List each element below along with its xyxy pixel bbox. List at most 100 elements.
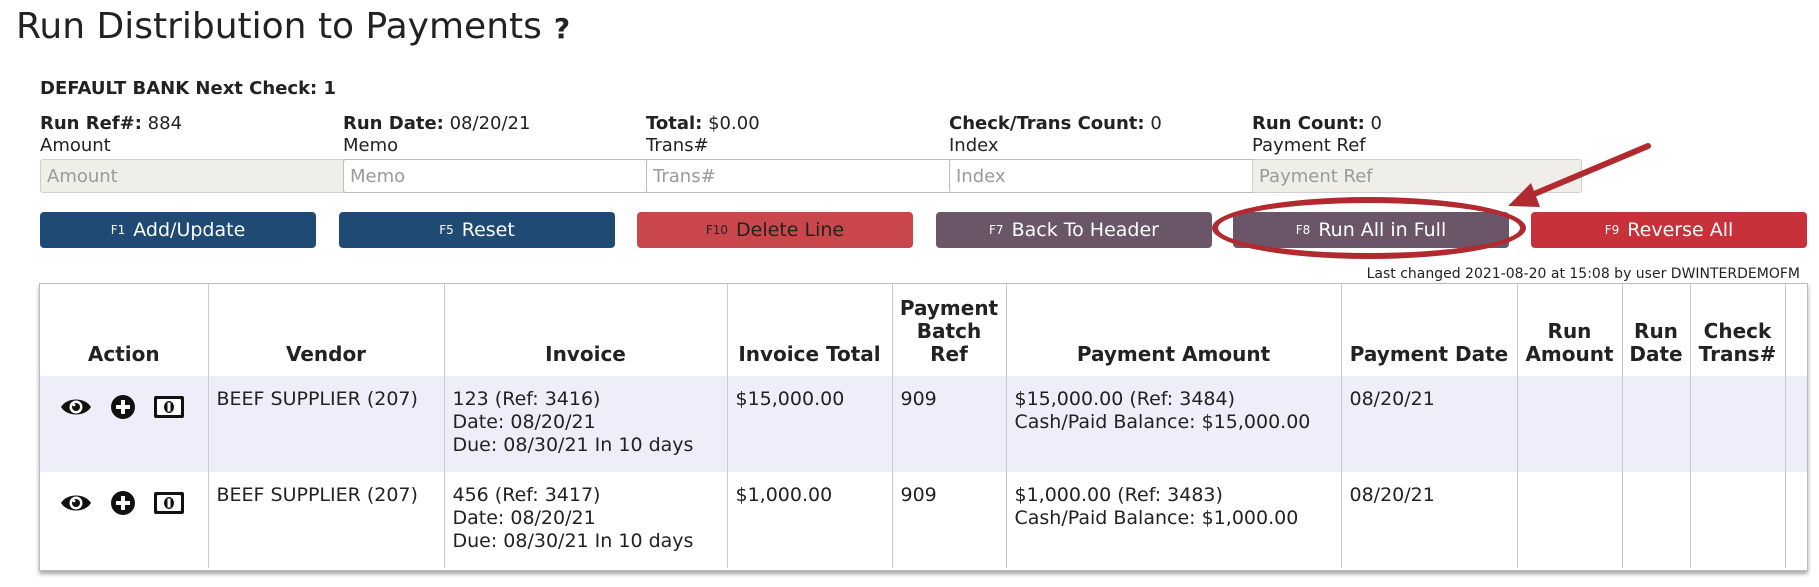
check-trans-count-label: Check/Trans Count: <box>949 113 1145 134</box>
index-label: Index <box>949 135 999 156</box>
trans-input[interactable] <box>646 159 976 193</box>
invoice-total-cell: $15,000.00 <box>727 376 893 472</box>
action-cell <box>40 376 209 472</box>
field-total: Total: $0.00 Trans# <box>646 113 976 193</box>
col-header-run-amount: Run Amount <box>1517 284 1623 376</box>
run-amount-cell <box>1517 376 1623 472</box>
run-count-value: 0 <box>1370 113 1382 134</box>
add-update-key: F1 <box>110 223 126 237</box>
memo-input[interactable] <box>343 159 673 193</box>
money-icon[interactable] <box>154 396 184 424</box>
reverse-all-key: F9 <box>1604 223 1620 237</box>
col-header-payment-date: Payment Date <box>1341 284 1518 376</box>
col-header-invoice-total: Invoice Total <box>727 284 893 376</box>
payment-amount: $15,000.00 (Ref: 3484) <box>1014 388 1236 410</box>
trans-label: Trans# <box>646 135 709 156</box>
spacer-cell <box>1785 376 1807 472</box>
spacer-cell <box>1785 472 1807 568</box>
vendor-cell: BEEF SUPPLIER (207) <box>208 472 445 568</box>
delete-line-key: F10 <box>705 223 729 237</box>
distribution-table: Action Vendor Invoice Invoice Total Paym… <box>39 283 1808 571</box>
invoice-date: Date: 08/20/21 <box>452 411 596 433</box>
reset-key: F5 <box>439 223 454 237</box>
header-fields: Run Ref#: 884 Amount Run Date: 08/20/21 … <box>40 113 1780 193</box>
invoice-due: Due: 08/30/21 In 10 days <box>452 530 694 552</box>
amount-input[interactable] <box>40 159 370 193</box>
eye-icon[interactable] <box>60 492 92 520</box>
run-ref-label: Run Ref#: <box>40 113 142 134</box>
col-header-invoice: Invoice <box>444 284 728 376</box>
col-header-spacer <box>1785 284 1807 376</box>
payment-date-cell: 08/20/21 <box>1341 376 1518 472</box>
delete-line-label: Delete Line <box>736 219 845 241</box>
total-info: Total: $0.00 <box>646 113 976 135</box>
payment-ref-label: Payment Ref <box>1252 135 1366 156</box>
page-title-text: Run Distribution to Payments <box>16 6 542 47</box>
reverse-all-button[interactable]: F9 Reverse All <box>1531 212 1807 248</box>
plus-circle-icon[interactable] <box>110 490 136 522</box>
col-header-action: Action <box>40 284 209 376</box>
field-check-trans-count: Check/Trans Count: 0 Index <box>949 113 1279 193</box>
field-run-ref: Run Ref#: 884 Amount <box>40 113 370 193</box>
index-input[interactable] <box>949 159 1279 193</box>
field-run-count: Run Count: 0 Payment Ref <box>1252 113 1582 193</box>
run-ref-value: 884 <box>147 113 183 134</box>
payment-amount-cell: $1,000.00 (Ref: 3483) Cash/Paid Balance: … <box>1006 472 1342 568</box>
check-trans-count-info: Check/Trans Count: 0 <box>949 113 1279 135</box>
col-header-run-date: Run Date <box>1622 284 1691 376</box>
memo-label: Memo <box>343 135 399 156</box>
amount-label: Amount <box>40 135 111 156</box>
col-header-payment-batch-ref: Payment Batch Ref <box>892 284 1007 376</box>
invoice-cell: 123 (Ref: 3416) Date: 08/20/21 Due: 08/30/… <box>444 376 728 472</box>
action-cell <box>40 472 209 568</box>
bank-next-check: DEFAULT BANK Next Check: 1 <box>40 78 337 99</box>
run-count-label: Run Count: <box>1252 113 1365 134</box>
reset-label: Reset <box>461 219 515 241</box>
check-trans-count-value: 0 <box>1150 113 1162 134</box>
cash-paid-balance: Cash/Paid Balance: $15,000.00 <box>1014 411 1311 433</box>
col-header-vendor: Vendor <box>208 284 445 376</box>
cash-paid-balance: Cash/Paid Balance: $1,000.00 <box>1014 507 1299 529</box>
delete-line-button[interactable]: F10 Delete Line <box>637 212 913 248</box>
page-title: Run Distribution to Payments? <box>16 6 570 47</box>
invoice-total-cell: $1,000.00 <box>727 472 893 568</box>
invoice-due: Due: 08/30/21 In 10 days <box>452 434 694 456</box>
money-icon[interactable] <box>154 492 184 520</box>
payment-batch-ref-cell: 909 <box>892 472 1007 568</box>
plus-circle-icon[interactable] <box>110 394 136 426</box>
check-trans-cell <box>1690 472 1786 568</box>
run-ref-info: Run Ref#: 884 <box>40 113 370 135</box>
add-update-button[interactable]: F1 Add/Update <box>40 212 316 248</box>
back-to-header-button[interactable]: F7 Back To Header <box>936 212 1212 248</box>
back-to-header-key: F7 <box>989 223 1004 237</box>
run-date-label: Run Date: <box>343 113 444 134</box>
payment-ref-input[interactable] <box>1252 159 1582 193</box>
eye-icon[interactable] <box>60 396 92 424</box>
back-to-header-label: Back To Header <box>1011 219 1159 241</box>
add-update-label: Add/Update <box>133 219 246 241</box>
total-label: Total: <box>646 113 703 134</box>
help-icon[interactable]: ? <box>554 12 570 45</box>
run-date-cell <box>1622 472 1691 568</box>
col-header-payment-amount: Payment Amount <box>1006 284 1342 376</box>
field-run-date: Run Date: 08/20/21 Memo <box>343 113 673 193</box>
check-trans-cell <box>1690 376 1786 472</box>
run-date-cell <box>1622 376 1691 472</box>
run-date-info: Run Date: 08/20/21 <box>343 113 673 135</box>
invoice-cell: 456 (Ref: 3417) Date: 08/20/21 Due: 08/30/… <box>444 472 728 568</box>
vendor-cell: BEEF SUPPLIER (207) <box>208 376 445 472</box>
reset-button[interactable]: F5 Reset <box>339 212 615 248</box>
payment-batch-ref-cell: 909 <box>892 376 1007 472</box>
payment-amount-cell: $15,000.00 (Ref: 3484) Cash/Paid Balance:… <box>1006 376 1342 472</box>
reverse-all-label: Reverse All <box>1627 219 1734 241</box>
payment-amount: $1,000.00 (Ref: 3483) <box>1014 484 1223 506</box>
run-amount-cell <box>1517 472 1623 568</box>
table-row: BEEF SUPPLIER (207) 456 (Ref: 3417) Date:… <box>40 472 1807 568</box>
col-header-check-trans: Check Trans# <box>1690 284 1786 376</box>
run-count-info: Run Count: 0 <box>1252 113 1582 135</box>
payment-date-cell: 08/20/21 <box>1341 472 1518 568</box>
table-row: BEEF SUPPLIER (207) 123 (Ref: 3416) Date:… <box>40 376 1807 472</box>
total-value: $0.00 <box>708 113 760 134</box>
invoice-date: Date: 08/20/21 <box>452 507 596 529</box>
annotation-ellipse <box>1212 197 1526 259</box>
